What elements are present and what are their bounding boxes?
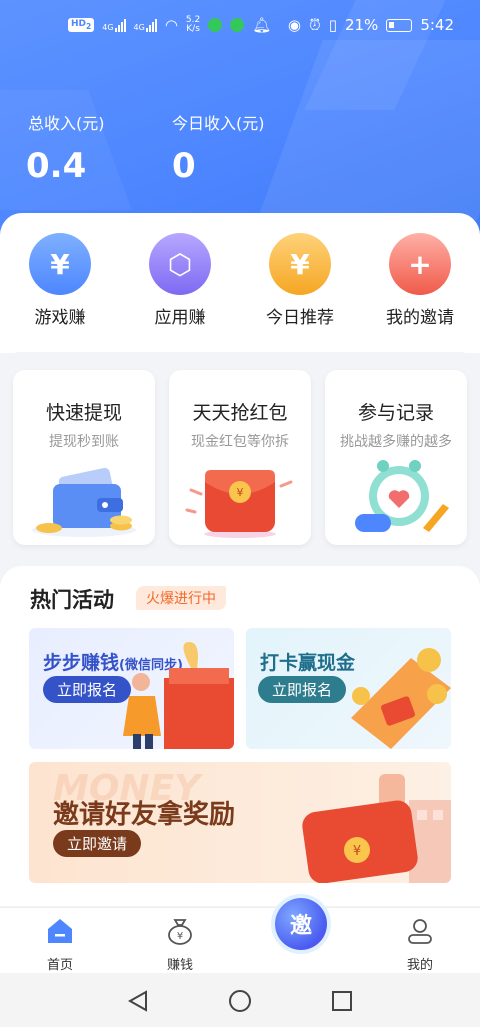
- quick-menu: ¥ 游戏赚 ⬡ 应用赚 ¥ 今日推荐 + 我的邀请: [0, 213, 480, 353]
- network-speed: 5.2 K/s: [185, 15, 201, 34]
- total-income-label: 总收入(元): [28, 114, 105, 133]
- menu-my-invites[interactable]: + 我的邀请: [370, 233, 470, 328]
- banner-check-in[interactable]: 打卡赢现金 立即报名: [246, 628, 451, 749]
- nav-label: 赚钱: [166, 958, 193, 973]
- menu-label: 应用赚: [154, 308, 206, 328]
- bottom-nav: 首页 ¥ 赚钱 邀 我的: [0, 898, 480, 973]
- yen-shield-icon: ¥: [29, 233, 91, 295]
- card-quick-withdraw[interactable]: 快速提现 提现秒到账: [13, 370, 155, 545]
- svg-text:¥: ¥: [353, 844, 361, 859]
- bell-icon: 🔔︎: [252, 16, 272, 34]
- today-income-value: 0: [172, 146, 196, 186]
- alarm-icon: ⏰︎: [309, 16, 321, 34]
- menu-today-recommend[interactable]: ¥ 今日推荐: [250, 233, 350, 328]
- feature-section: 快速提现 提现秒到账 天天抢红包 现金红包等你拆 ¥ 参与记录 挑战越多赚的越多: [0, 352, 480, 562]
- vibrate-icon: ▯: [328, 16, 337, 34]
- card-title: 天天抢红包: [192, 402, 288, 424]
- invite-fab-button[interactable]: 邀: [275, 898, 327, 950]
- nav-home[interactable]: 首页: [20, 916, 100, 973]
- hot-tag: 火爆进行中: [136, 586, 226, 610]
- recents-icon[interactable]: [330, 989, 354, 1013]
- banner-step-earn[interactable]: 步步赚钱(微信同步) 立即报名: [29, 628, 234, 749]
- red-envelope-icon: ¥: [185, 470, 293, 538]
- hd-badge: HD2: [68, 18, 95, 32]
- nav-mine[interactable]: 我的: [380, 916, 460, 973]
- home-circle-icon[interactable]: [228, 989, 252, 1013]
- card-daily-red-envelope[interactable]: 天天抢红包 现金红包等你拆 ¥: [169, 370, 311, 545]
- eye-icon: ◉: [287, 16, 301, 34]
- battery-percent: 21%: [344, 16, 379, 34]
- menu-label: 游戏赚: [34, 308, 86, 328]
- card-subtitle: 现金红包等你拆: [191, 434, 289, 450]
- battery-icon: [386, 18, 413, 32]
- card-title: 快速提现: [45, 402, 122, 424]
- nav-label: 首页: [46, 958, 73, 973]
- register-button[interactable]: 立即报名: [258, 676, 347, 703]
- svg-text:¥: ¥: [237, 486, 244, 499]
- nav-earn[interactable]: ¥ 赚钱: [140, 916, 220, 973]
- wallet-icon: [32, 467, 136, 537]
- status-bar: HD2 4G 4G ◠ 5.2 K/s 🔔︎ ◉ ⏰︎ ▯ 21% 5:42: [0, 12, 480, 44]
- money-bag-icon: ¥: [168, 919, 192, 945]
- card-subtitle: 挑战越多赚的越多: [340, 434, 452, 450]
- wifi-icon: ◠: [164, 16, 178, 34]
- user-icon: [408, 919, 432, 944]
- menu-app-earn[interactable]: ⬡ 应用赚: [130, 233, 230, 328]
- menu-label: 今日推荐: [266, 308, 334, 328]
- banner-title: 邀请好友拿奖励: [53, 800, 236, 830]
- system-nav-bar: [0, 973, 480, 1027]
- signal-icon: 4G: [102, 18, 126, 32]
- clock: 5:42: [420, 16, 454, 34]
- gift-box-icon: [123, 642, 234, 749]
- back-icon[interactable]: [126, 989, 150, 1013]
- banner-invite-friends[interactable]: MONEY 邀请好友拿奖励 立即邀请 ¥: [29, 762, 451, 883]
- red-envelope-icon: ¥: [302, 774, 451, 883]
- signal-icon: 4G: [134, 18, 157, 32]
- today-income-label: 今日收入(元): [172, 114, 265, 133]
- svg-text:¥: ¥: [177, 931, 183, 942]
- nav-label: 我的: [406, 958, 433, 973]
- menu-game-earn[interactable]: ¥ 游戏赚: [10, 233, 110, 328]
- app-notification-icon: [230, 18, 245, 32]
- home-icon: [48, 919, 72, 943]
- coins-envelope-icon: [351, 648, 451, 749]
- hot-activities: 热门活动 火爆进行中 步步赚钱(微信同步) 立即报名 打卡赢现金 立即报名 MO…: [0, 566, 480, 906]
- yen-coin-icon: ¥: [269, 233, 331, 295]
- section-title: 热门活动: [30, 588, 114, 612]
- red-envelope-icon: +: [389, 233, 451, 295]
- invite-button[interactable]: 立即邀请: [53, 830, 142, 857]
- menu-label: 我的邀请: [386, 308, 454, 328]
- apps-cube-icon: ⬡: [149, 233, 211, 295]
- app-notification-icon: [208, 18, 223, 32]
- alarm-clock-icon: [355, 460, 449, 532]
- card-subtitle: 提现秒到账: [49, 434, 119, 450]
- card-title: 参与记录: [357, 402, 434, 424]
- card-participation-record[interactable]: 参与记录 挑战越多赚的越多: [325, 370, 467, 545]
- total-income-value: 0.4: [26, 146, 87, 186]
